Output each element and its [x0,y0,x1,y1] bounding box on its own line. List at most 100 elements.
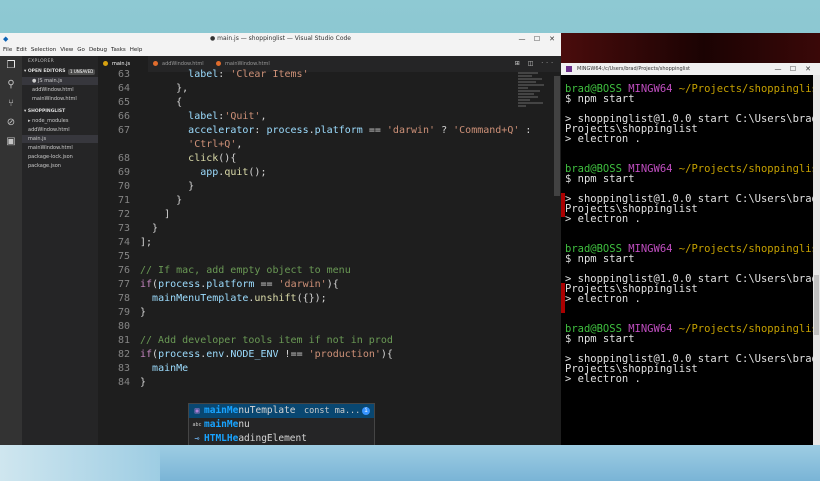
suggestion-rest: adingElement [238,433,307,444]
line-number: 74 [117,237,130,248]
suggestion-item[interactable]: abc mainMenu [189,418,374,432]
terminal-minimize-button[interactable]: — [771,63,785,75]
code-line: ]; [140,237,153,248]
tab-label: mainWindow.html [225,61,270,67]
code-line: ] [140,209,171,220]
code-line: { [140,97,183,108]
menu-item-help[interactable]: Help [130,47,143,53]
terminal-title-bar: MINGW64:/c/Users/brad/Projects/shoppingl… [561,63,820,75]
code-line: 'Ctrl+Q', [188,139,243,150]
prompt-shell: MINGW64 [628,243,679,255]
line-number: 84 [117,377,130,388]
code-line: }, [140,83,189,94]
line-number: 76 [117,265,130,276]
autocomplete-suggestions[interactable]: ▣ mainMenuTemplate const ma... i abc mainMenu… [188,403,375,445]
terminal-maximize-button[interactable]: ☐ [786,63,800,75]
maximize-button[interactable]: ☐ [530,33,544,45]
suggestion-label: mainMenuTemplate [204,404,296,418]
extensions-icon[interactable]: ▣ [4,135,18,149]
prompt-path: ~/Projects/shoppinglist [678,323,820,335]
desktop-background-bottom-left [0,445,160,481]
terminal-left-edge-mark [561,193,565,217]
file-type-icon [216,61,221,66]
open-editor-item[interactable]: addWindow.html [22,86,98,94]
code-line: accelerator: process.platform == 'darwin… [188,125,532,136]
terminal-output[interactable]: brad@BOSS MINGW64 ~/Projects/shoppinglis… [561,75,820,445]
code-line: mainMe [152,363,189,374]
code-line: } [140,307,147,318]
file-tree-item[interactable]: mainWindow.html [22,144,98,152]
menu-item-go[interactable]: Go [77,47,85,53]
editor-actions[interactable]: ⊞ ◫ ··· [515,56,556,72]
file-tree-item[interactable]: package.json [22,162,98,170]
suggestion-item[interactable]: ⊸ HTMLHeadingElement [189,432,374,445]
explorer-sidebar: EXPLORER ▾ OPEN EDITORS 1 UNSAVED ▾ SHOP… [22,56,98,445]
line-number: 81 [117,335,130,346]
line-number: 78 [117,293,130,304]
terminal-line: $ npm start [565,253,635,265]
line-number: 70 [117,181,130,192]
editor-scrollbar-thumb[interactable] [554,76,560,196]
line-number: 80 [117,321,130,332]
line-number: 79 [117,307,130,318]
code-line: } [140,223,159,234]
menu-item-view[interactable]: View [60,47,73,53]
suggestion-match: mainMe [204,419,239,430]
line-number: 64 [117,83,130,94]
file-tree-item[interactable]: addWindow.html [22,126,98,134]
menu-item-selection[interactable]: Selection [31,47,56,53]
explorer-files-icon[interactable]: ❐ [4,59,18,73]
code-line: } [140,181,195,192]
terminal-line: $ npm start [565,93,635,105]
code-line: } [140,377,147,388]
minimap[interactable] [518,72,548,132]
line-number: 71 [117,195,130,206]
terminal-scrollbar-thumb[interactable] [814,275,819,335]
editor-scrollbar[interactable] [553,72,561,445]
prompt-path: ~/Projects/shoppinglist [678,243,820,255]
prompt-path: ~/Projects/shoppinglist [678,83,820,95]
menu-item-edit[interactable]: Edit [16,47,27,53]
close-button[interactable]: ✕ [545,33,559,45]
desktop-background-top-right [561,33,820,63]
info-icon[interactable]: i [362,407,370,415]
code-line: click(){ [188,153,237,164]
open-editor-item[interactable]: ● JS main.js [22,77,98,85]
prompt-shell: MINGW64 [628,163,679,175]
terminal-line: $ npm start [565,333,635,345]
code-line: } [140,195,183,206]
code-line: label: 'Clear Items' [188,69,309,80]
debug-icon[interactable]: ⊘ [4,116,18,130]
terminal-window-title: MINGW64:/c/Users/brad/Projects/shoppingl… [577,66,691,72]
line-number: 67 [117,125,130,136]
file-tree-item[interactable]: main.js [22,135,98,143]
code-editor[interactable]: 63 label: 'Clear Items' 64 }, 65 {66 label… [98,69,561,445]
open-editor-item[interactable]: mainWindow.html [22,95,98,103]
menu-item-debug[interactable]: Debug [89,47,107,53]
prompt-shell: MINGW64 [628,83,679,95]
vscode-menu-bar: File Edit Selection View Go Debug Tasks Help [0,45,561,56]
search-icon[interactable]: ⚲ [4,78,18,92]
code-line: mainMenuTemplate.unshift({}); [152,293,327,304]
open-editors-section[interactable]: ▾ OPEN EDITORS [24,69,65,74]
suggestion-rest: nuTemplate [238,405,296,416]
file-tree-item[interactable]: package-lock.json [22,153,98,161]
suggestion-match: HTMLHe [204,433,239,444]
file-type-icon [103,61,108,66]
line-number: 66 [117,111,130,122]
source-control-icon[interactable]: ⑂ [4,97,18,111]
suggestion-item[interactable]: ▣ mainMenuTemplate const ma... i [189,404,374,418]
interface-icon: ⊸ [194,434,200,443]
minimize-button[interactable]: — [515,33,529,45]
line-number: 63 [117,69,130,80]
terminal-close-button[interactable]: ✕ [801,63,815,75]
file-tree-item[interactable]: ▸ node_modules [22,117,98,125]
project-section[interactable]: ▾ SHOPPINGLIST [24,109,65,114]
variable-icon: ▣ [194,406,200,415]
file-type-icon [153,61,158,66]
terminal-left-edge-mark [561,283,565,313]
terminal-line: > electron . [565,133,641,145]
menu-item-file[interactable]: File [3,47,12,53]
menu-item-tasks[interactable]: Tasks [111,47,126,53]
terminal-scrollbar[interactable] [813,75,820,445]
